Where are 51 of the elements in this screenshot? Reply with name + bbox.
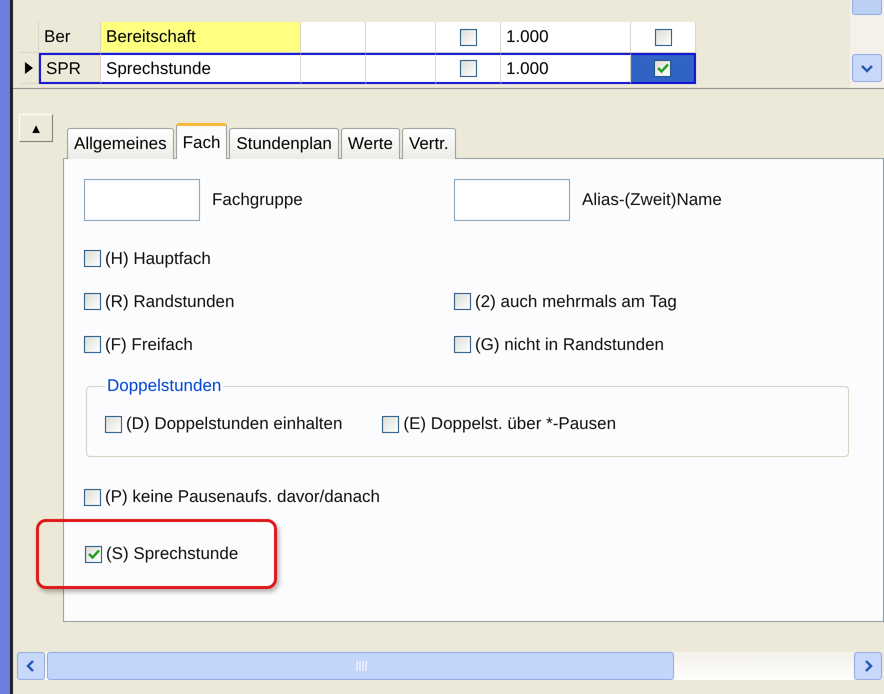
scroll-right-button[interactable]: [854, 652, 882, 680]
check-icon: [656, 63, 668, 74]
scroll-down-button[interactable]: [852, 54, 882, 82]
input-field[interactable]: [84, 179, 200, 221]
checkbox[interactable]: [460, 60, 476, 77]
checkbox[interactable]: [454, 293, 471, 310]
table-cell: [301, 22, 366, 53]
collapse-button[interactable]: ▲: [19, 114, 53, 142]
tab[interactable]: Stundenplan: [229, 128, 339, 159]
tab[interactable]: Fach: [176, 123, 228, 159]
table-cell: SPR: [39, 53, 101, 84]
table-cell: Ber: [39, 22, 101, 53]
tab[interactable]: Vertr.: [402, 128, 456, 159]
checkbox[interactable]: [84, 336, 101, 353]
table-cell: 1.000: [501, 53, 631, 84]
scrollbar-thumb[interactable]: [852, 0, 882, 15]
tab[interactable]: Werte: [340, 128, 400, 159]
scrollbar-thumb[interactable]: [47, 652, 674, 680]
check-icon: [88, 548, 100, 560]
checkbox[interactable]: [460, 28, 476, 46]
checkbox[interactable]: [654, 60, 671, 77]
tab[interactable]: Allgemeines: [67, 128, 174, 159]
option-label: (D) Doppelstunden einhalten: [126, 414, 342, 434]
checkbox[interactable]: [84, 250, 101, 267]
checkbox[interactable]: [85, 546, 102, 562]
option-label: (S) Sprechstunde: [106, 544, 238, 564]
scroll-left-button[interactable]: [17, 652, 45, 680]
table-cell: Bereitschaft: [101, 22, 301, 53]
checkbox[interactable]: [454, 336, 471, 353]
checkbox[interactable]: [105, 416, 122, 432]
option-label: (G) nicht in Randstunden: [475, 334, 664, 354]
table-cell: [301, 53, 366, 84]
table-cell: 1.000: [501, 22, 631, 53]
checkbox[interactable]: [84, 488, 101, 506]
current-row-icon: [24, 61, 34, 75]
field-label: Fachgruppe: [212, 190, 303, 210]
option-label: (H) Hauptfach: [105, 248, 211, 268]
option-label: (2) auch mehrmals am Tag: [475, 292, 677, 312]
checkbox[interactable]: [654, 28, 672, 46]
grip-icon: [354, 661, 366, 671]
field-label: Alias-(Zweit)Name: [582, 190, 722, 210]
checkbox[interactable]: [382, 416, 400, 432]
option-label: (R) Randstunden: [105, 292, 234, 312]
option-label: (P) keine Pausenaufs. davor/danach: [105, 487, 380, 507]
table-cell: Sprechstunde: [101, 53, 301, 84]
row-header[interactable]: [19, 53, 39, 84]
checkbox[interactable]: [84, 293, 101, 310]
input-field[interactable]: [454, 179, 570, 221]
option-label: (F) Freifach: [105, 334, 193, 354]
group-title: Doppelstunden: [106, 376, 222, 396]
option-label: (E) Doppelst. über *-Pausen: [403, 414, 616, 434]
